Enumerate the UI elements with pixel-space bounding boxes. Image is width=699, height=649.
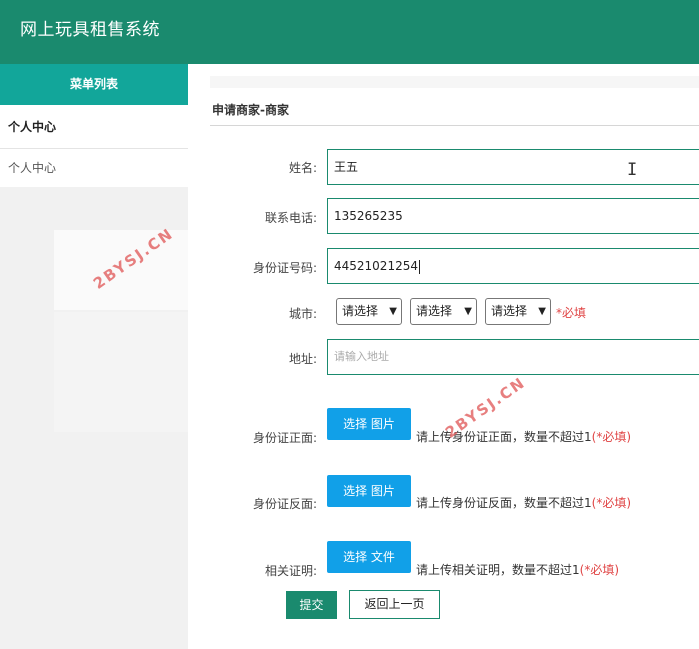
name-label: 姓名: [288, 161, 317, 175]
chevron-down-icon: ▼ [464, 306, 472, 317]
top-header: 网上玩具租售系统 [0, 0, 699, 64]
province-select-value: 请选择 [342, 304, 379, 318]
breadcrumb: 申请商家-商家 [212, 103, 289, 117]
text-cursor-icon: I [627, 160, 638, 180]
proof-label: 相关证明: [264, 564, 317, 578]
menu-group-personal-center[interactable]: 个人中心 [0, 105, 188, 149]
district-select-value: 请选择 [491, 304, 528, 318]
input-caret [418, 259, 420, 274]
app-title: 网上玩具租售系统 [20, 20, 160, 40]
id-number-field[interactable]: 44521021254 [327, 248, 699, 284]
city-label: 城市: [288, 307, 317, 321]
chevron-down-icon: ▼ [538, 306, 546, 317]
address-label: 地址: [288, 352, 317, 366]
id-front-hint-text: 请上传身份证正面，数量不超过1 [416, 430, 592, 444]
divider [210, 125, 699, 126]
phone-label: 联系电话: [264, 211, 317, 225]
city-required-mark: *必填 [556, 306, 587, 320]
id-back-upload-button[interactable]: 选择 图片 [327, 475, 411, 507]
city-select[interactable]: 请选择 ▼ [410, 298, 477, 325]
sidebar-header: 菜单列表 [0, 64, 188, 105]
address-placeholder: 请输入地址 [334, 350, 389, 363]
menu-item-personal-center[interactable]: 个人中心 [0, 149, 188, 187]
id-number-label: 身份证号码: [252, 261, 317, 275]
id-front-label: 身份证正面: [252, 431, 317, 445]
sidebar: 菜单列表 个人中心 个人中心 [0, 64, 188, 649]
district-select[interactable]: 请选择 ▼ [485, 298, 551, 325]
proof-required-mark: (*必填) [579, 563, 620, 577]
submit-button[interactable]: 提交 [286, 591, 337, 619]
proof-hint: 请上传相关证明，数量不超过1(*必填) [416, 561, 619, 578]
id-back-required-mark: (*必填) [591, 496, 632, 510]
id-front-required-mark: (*必填) [591, 430, 632, 444]
id-number-value: 44521021254 [334, 259, 418, 273]
proof-hint-text: 请上传相关证明，数量不超过1 [416, 563, 580, 577]
top-strip [210, 76, 699, 88]
id-back-hint-text: 请上传身份证反面，数量不超过1 [416, 496, 592, 510]
id-back-label: 身份证反面: [252, 497, 317, 511]
proof-upload-button[interactable]: 选择 文件 [327, 541, 411, 573]
chevron-down-icon: ▼ [389, 306, 397, 317]
name-value: 王五 [334, 160, 359, 174]
province-select[interactable]: 请选择 ▼ [336, 298, 402, 325]
address-field[interactable]: 请输入地址 [327, 339, 699, 375]
sidebar-blank-area [54, 312, 188, 432]
id-front-upload-button[interactable]: 选择 图片 [327, 408, 411, 440]
back-button[interactable]: 返回上一页 [349, 590, 440, 619]
phone-value: 135265235 [334, 209, 403, 223]
name-field[interactable]: 王五 [327, 149, 699, 185]
id-back-hint: 请上传身份证反面，数量不超过1(*必填) [416, 494, 631, 511]
phone-field[interactable]: 135265235 [327, 198, 699, 234]
city-select-value: 请选择 [416, 304, 453, 318]
